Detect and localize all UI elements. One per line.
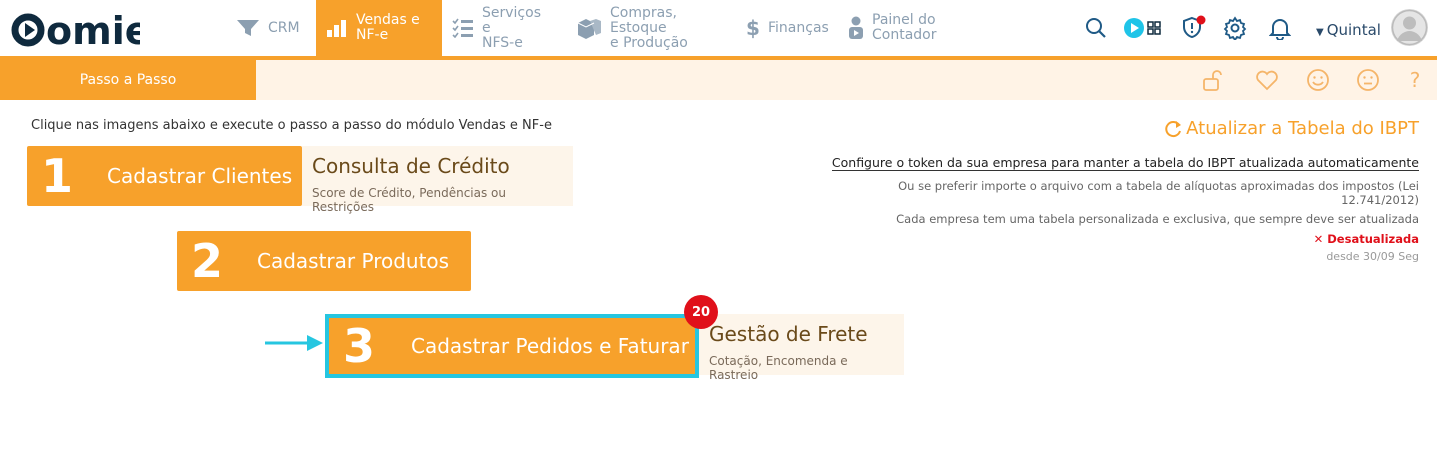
step-3-title: Cadastrar Pedidos e Faturar [411, 334, 689, 358]
step-2-title: Cadastrar Produtos [257, 249, 450, 273]
step-3-number: 3 [342, 319, 375, 373]
unlock-icon[interactable] [1201, 68, 1225, 92]
step-1: 1 Cadastrar Clientes Consulta de Crédito… [27, 146, 573, 214]
step-2-button[interactable]: 2 Cadastrar Produtos [177, 231, 471, 291]
search-icon[interactable] [1083, 15, 1109, 41]
gear-icon[interactable] [1222, 15, 1248, 41]
tab-passo-a-passo[interactable]: Passo a Passo [0, 60, 256, 100]
consulta-credito-subtitle: Score de Crédito, Pendências ou Restriçõ… [312, 186, 506, 214]
nav-financas[interactable]: $ Finanças [736, 0, 840, 56]
ibpt-refresh-link[interactable]: Atualizar a Tabela do IBPT [1163, 118, 1419, 139]
nav-vendas-label: Vendas e NF-e [356, 12, 420, 43]
configure-token-link[interactable]: Configure o token da sua empresa para ma… [831, 155, 1419, 171]
play-apps-icon[interactable] [1124, 15, 1164, 41]
step-1-title: Cadastrar Clientes [107, 164, 293, 188]
user-name: Quintal [1326, 21, 1381, 39]
nav-painel-contador[interactable]: Painel do Contador [838, 0, 952, 56]
refresh-icon [1165, 120, 1182, 137]
tab-label: Passo a Passo [79, 72, 177, 88]
step-3: 3 Cadastrar Pedidos e Faturar Gestão de … [325, 314, 904, 382]
gestao-frete-title: Gestão de Frete [709, 322, 868, 346]
ibpt-custom-text: Cada empresa tem uma tabela personalizad… [896, 211, 1419, 226]
bell-icon[interactable] [1267, 15, 1293, 41]
gestao-frete-subtitle: Cotação, Encomenda e Rastreio [709, 354, 848, 382]
smile-icon[interactable] [1306, 68, 1330, 92]
person-icon [848, 16, 864, 40]
nav-crm-label: CRM [268, 19, 300, 36]
step-1-number: 1 [40, 149, 73, 203]
help-icon[interactable]: ? [1403, 68, 1427, 92]
boxes-icon [576, 17, 602, 39]
checklist-icon [452, 18, 474, 38]
shield-alert-icon[interactable] [1181, 15, 1207, 41]
chevron-down-icon: ▼ [1316, 27, 1324, 38]
nav-compras-estoque[interactable]: Compras, Estoque e Produção [566, 0, 736, 56]
intro-text: Clique nas imagens abaixo e execute o pa… [31, 118, 552, 133]
nav-painel-label: Painel do Contador [872, 12, 937, 43]
sub-toolbar: Passo a Passo ? [0, 60, 1437, 100]
nav-crm[interactable]: CRM [226, 0, 306, 56]
step-2: 2 Cadastrar Produtos [177, 231, 471, 291]
step-1-button[interactable]: 1 Cadastrar Clientes [27, 146, 302, 206]
ibpt-panel: Atualizar a Tabela do IBPT Configure o t… [819, 118, 1419, 263]
bar-chart-icon [326, 18, 348, 38]
dollar-icon: $ [746, 17, 760, 39]
neutral-face-icon[interactable] [1356, 68, 1380, 92]
ibpt-import-text: Ou se preferir importe o arquivo com a t… [898, 178, 1419, 207]
avatar[interactable] [1391, 9, 1428, 46]
nav-vendas-nfe[interactable]: Vendas e NF-e [316, 0, 442, 56]
gestao-frete-card[interactable]: Gestão de Frete Cotação, Encomenda e Ras… [699, 314, 904, 382]
status-badge: ✕ Desatualizada [1313, 231, 1419, 246]
heart-icon[interactable] [1255, 68, 1279, 92]
step-2-number: 2 [190, 234, 223, 288]
consulta-credito-card[interactable]: Consulta de Crédito Score de Crédito, Pe… [302, 146, 573, 214]
status-date: desde 30/09 Seg [1326, 249, 1419, 263]
consulta-credito-title: Consulta de Crédito [312, 154, 510, 178]
nav-compras-label: Compras, Estoque e Produção [610, 4, 688, 51]
step-3-button[interactable]: 3 Cadastrar Pedidos e Faturar [325, 314, 699, 378]
svg-text:$: $ [746, 17, 760, 39]
notification-badge: 20 [684, 295, 718, 329]
top-navigation-bar: omie CRM Vendas e NF-e Serviços e NFS-e … [0, 0, 1437, 56]
arrow-right-icon [265, 335, 323, 351]
filter-icon [236, 18, 260, 38]
omie-logo[interactable]: omie [10, 6, 140, 50]
user-menu[interactable]: ▼ Quintal [1316, 21, 1381, 39]
nav-servicos-nfse[interactable]: Serviços e NFS-e [442, 0, 564, 56]
nav-financas-label: Finanças [768, 19, 829, 36]
ibpt-title: Atualizar a Tabela do IBPT [1186, 118, 1419, 139]
nav-servicos-label: Serviços e NFS-e [482, 4, 541, 51]
logo-text: omie [46, 9, 140, 50]
